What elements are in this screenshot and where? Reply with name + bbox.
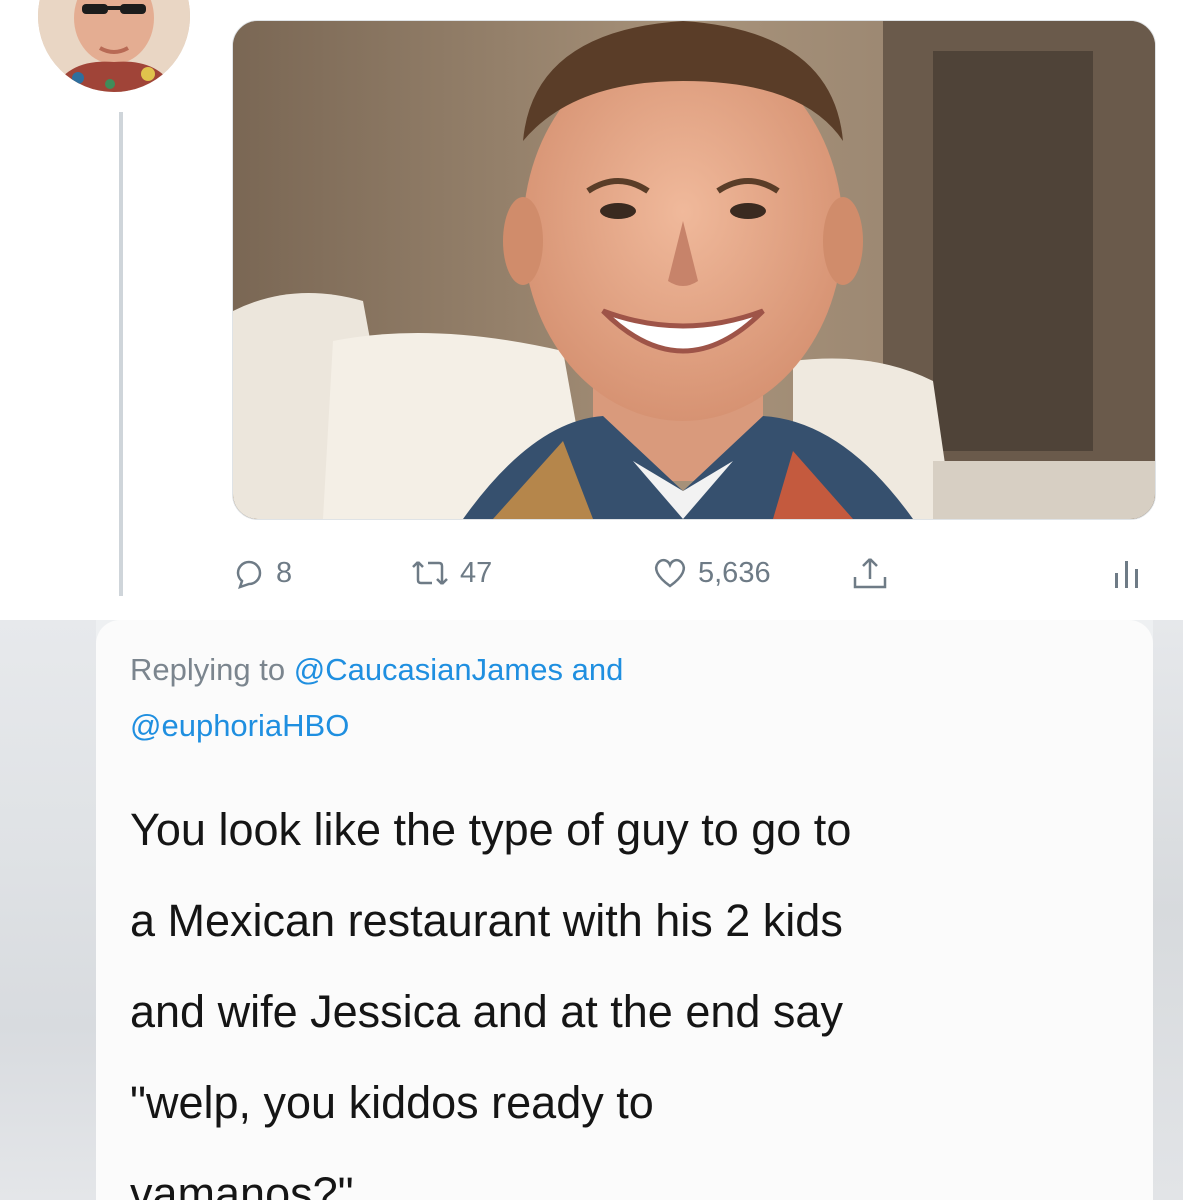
- share-upload-icon: [853, 558, 887, 589]
- tweet-text-line: vamanos?": [130, 1168, 354, 1200]
- retweet-count: 47: [460, 556, 493, 589]
- portrait-photo: [233, 21, 1155, 519]
- replying-to-line: Replying to @CaucasianJames and @euphori…: [130, 642, 1030, 754]
- original-tweet: 8 47 5,636: [0, 0, 1183, 606]
- share-button[interactable]: [850, 548, 900, 598]
- blurred-background-left: [0, 620, 96, 1200]
- analytics-button[interactable]: [1112, 548, 1152, 598]
- reply-count: 8: [276, 556, 293, 589]
- blurred-background-right: [1153, 620, 1183, 1200]
- replying-prefix: Replying to: [130, 652, 286, 687]
- tweet-action-bar: 8 47 5,636: [232, 548, 1154, 598]
- avatar[interactable]: [38, 0, 190, 92]
- mention-link-euphoriahbo[interactable]: @euphoriaHBO: [130, 708, 349, 743]
- speech-bubble-icon: [236, 560, 262, 589]
- tweet-text-line: a Mexican restaurant with his 2 kids: [130, 895, 843, 946]
- retweet-arrows-icon: [412, 561, 448, 585]
- reply-button[interactable]: 8: [232, 548, 292, 598]
- retweet-button[interactable]: 47: [410, 548, 492, 598]
- tweet-text-line: You look like the type of guy to go to: [130, 804, 852, 855]
- reply-tweet-text: You look like the type of guy to go to a…: [130, 784, 1130, 1200]
- mention-joiner: and: [571, 652, 624, 687]
- thread-connector-line: [119, 112, 123, 596]
- like-count: 5,636: [698, 556, 771, 589]
- heart-icon: [654, 558, 686, 588]
- tweet-text-line: "welp, you kiddos ready to: [130, 1077, 654, 1128]
- mention-link-caucasianjames[interactable]: @CaucasianJames: [294, 652, 563, 687]
- screenshot-page: 8 47 5,636 Replying to @CaucasianJames a…: [0, 0, 1183, 1200]
- bar-chart-icon: [1115, 561, 1138, 588]
- tweet-image[interactable]: [232, 20, 1156, 520]
- like-button[interactable]: 5,636: [652, 548, 771, 598]
- tweet-text-line: and wife Jessica and at the end say: [130, 986, 843, 1037]
- avatar-photo: [38, 0, 190, 92]
